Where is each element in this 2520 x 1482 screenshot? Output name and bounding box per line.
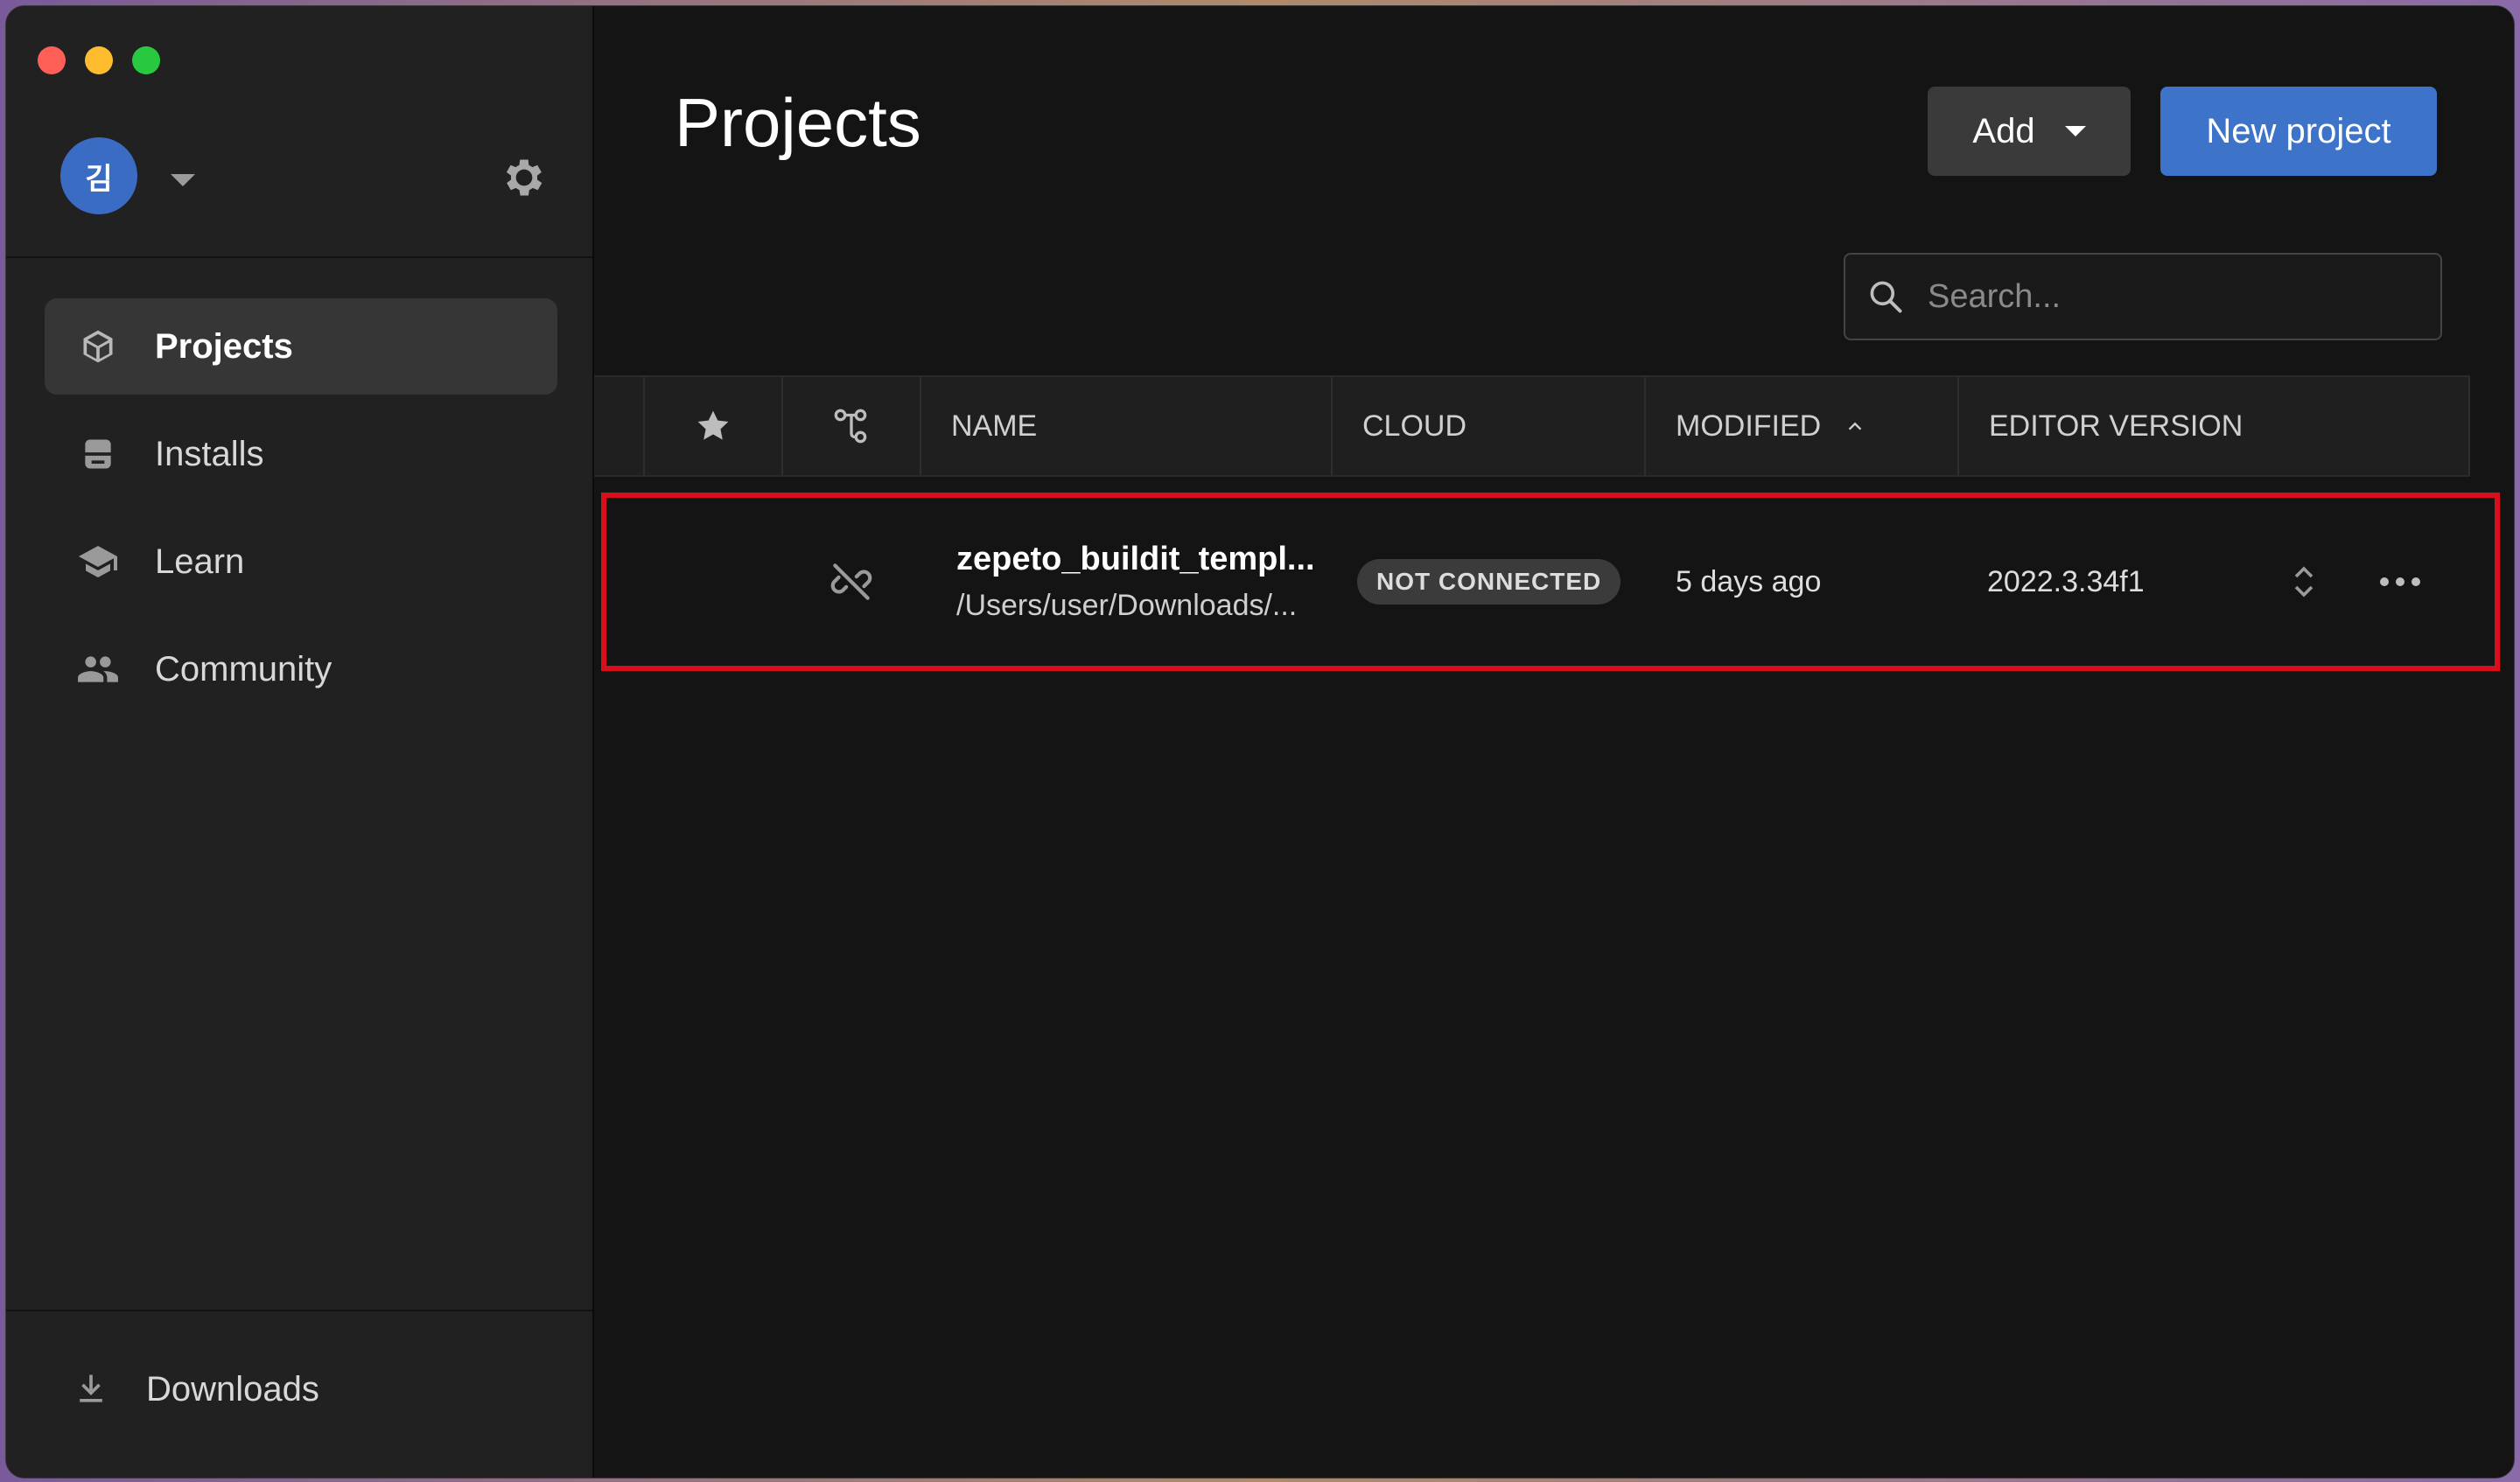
sidebar-bottom-divider [6, 1310, 592, 1311]
name-column-label: NAME [951, 409, 1038, 443]
sidebar: 김 Projects Installs Learn Community Down… [6, 6, 594, 1478]
modified-value: 5 days ago [1676, 564, 1822, 598]
gear-icon[interactable] [500, 153, 549, 202]
favorite-column-header[interactable] [643, 377, 781, 475]
new-project-label: New project [2206, 111, 2391, 150]
sidebar-item-label: Community [155, 649, 332, 689]
cloud-cell: NOT CONNECTED [1357, 498, 1655, 666]
version-select-icon[interactable] [2278, 498, 2330, 666]
sidebar-item-label: Projects [155, 326, 293, 366]
main-content: Projects Add New project Search... NAME … [594, 6, 2514, 1478]
page-title: Projects [675, 84, 921, 161]
table-header: NAME CLOUD MODIFIED EDITOR VERSION [594, 375, 2470, 477]
people-icon [76, 647, 120, 691]
app-window: 김 Projects Installs Learn Community Down… [5, 5, 2515, 1479]
sidebar-item-label: Learn [155, 542, 245, 581]
new-project-button[interactable]: New project [2160, 87, 2437, 176]
cloud-column-header[interactable]: CLOUD [1331, 377, 1644, 475]
more-options-icon[interactable] [2365, 498, 2435, 666]
version-control-column-header[interactable] [781, 377, 920, 475]
sidebar-item-projects[interactable]: Projects [45, 298, 557, 395]
download-icon [69, 1367, 113, 1411]
window-controls [38, 46, 160, 74]
star-icon [697, 410, 729, 440]
sidebar-nav: Projects Installs Learn Community [45, 298, 557, 729]
editor-version-column-header[interactable]: EDITOR VERSION [1957, 377, 2470, 475]
modified-column-header[interactable]: MODIFIED [1644, 377, 1957, 475]
close-window-button[interactable] [38, 46, 66, 74]
status-badge: NOT CONNECTED [1357, 559, 1621, 605]
sidebar-divider [6, 256, 592, 258]
sidebar-item-installs[interactable]: Installs [45, 406, 557, 502]
maximize-window-button[interactable] [132, 46, 160, 74]
cloud-column-label: CLOUD [1362, 409, 1467, 443]
sidebar-item-community[interactable]: Community [45, 621, 557, 717]
branch-icon [834, 409, 867, 444]
name-column-header[interactable]: NAME [920, 377, 1331, 475]
modified-cell: 5 days ago [1676, 498, 1973, 666]
cloud-unlinked-icon [808, 498, 895, 666]
installs-icon [76, 432, 120, 476]
editor-version-column-label: EDITOR VERSION [1989, 409, 2244, 443]
project-name-cell[interactable]: zepeto_buildit_templ... /Users/user/Down… [956, 498, 1368, 666]
editor-version-value: 2022.3.34f1 [1987, 564, 2145, 598]
modified-column-label: MODIFIED [1676, 409, 1822, 443]
project-path: /Users/user/Downloads/... [956, 589, 1298, 622]
table-row[interactable]: zepeto_buildit_templ... /Users/user/Down… [601, 493, 2500, 671]
add-button[interactable]: Add [1928, 87, 2131, 176]
graduation-cap-icon [76, 540, 120, 584]
search-icon [1870, 281, 1902, 313]
search-input[interactable] [1926, 276, 2419, 317]
chevron-up-icon [1848, 422, 1862, 430]
account-dropdown-icon[interactable] [171, 174, 195, 186]
sidebar-item-label: Installs [155, 434, 264, 473]
avatar[interactable]: 김 [60, 137, 137, 214]
project-name: zepeto_buildit_templ... [956, 541, 1315, 577]
search-box[interactable] [1844, 253, 2442, 340]
sidebar-item-learn[interactable]: Learn [45, 514, 557, 610]
add-button-label: Add [1972, 111, 2035, 150]
editor-version-cell: 2022.3.34f1 [1987, 498, 2250, 666]
downloads-button[interactable]: Downloads [69, 1367, 319, 1411]
cube-icon [76, 325, 120, 368]
downloads-label: Downloads [146, 1369, 319, 1409]
minimize-window-button[interactable] [85, 46, 113, 74]
chevron-down-icon [2064, 126, 2086, 136]
